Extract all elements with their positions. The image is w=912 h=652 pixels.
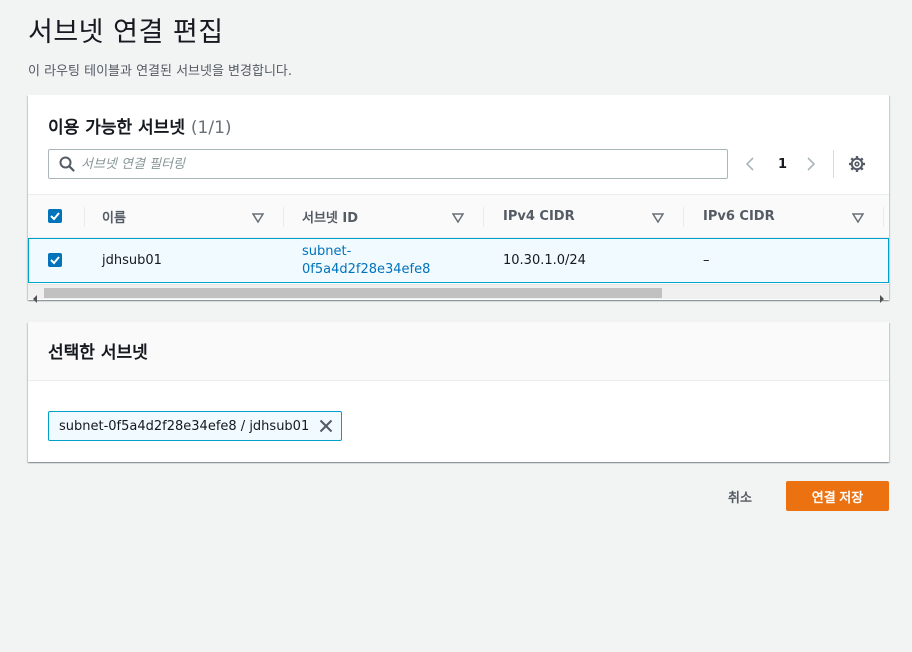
token-label: subnet-0f5a4d2f28e34efe8 / jdhsub01 [59, 418, 310, 434]
chevron-left-icon [745, 157, 754, 171]
scroll-right-arrow-icon[interactable] [879, 288, 885, 307]
subnet-filter-input[interactable] [81, 152, 721, 176]
sort-icon[interactable] [651, 209, 665, 228]
column-header-ipv6-cidr[interactable]: IPv6 CIDR [703, 195, 775, 238]
subnet-id-line1: subnet- [302, 243, 352, 259]
checkmark-icon [50, 256, 60, 265]
column-separator [883, 207, 884, 227]
column-separator [483, 207, 484, 227]
selected-subnets-panel: 선택한 서브넷 subnet-0f5a4d2f28e34efe8 / jdhsu… [28, 322, 889, 462]
column-header-name[interactable]: 이름 [102, 195, 126, 238]
column-separator [683, 207, 684, 227]
scroll-left-arrow-icon[interactable] [32, 288, 38, 307]
available-subnets-heading: 이용 가능한 서브넷 (1/1) [48, 113, 232, 138]
cell-ipv6-cidr: – [703, 253, 710, 268]
subnet-id-link[interactable]: subnet- 0f5a4d2f28e34efe8 [302, 239, 430, 282]
column-header-ipv4-cidr[interactable]: IPv4 CIDR [503, 195, 575, 238]
preferences-button[interactable] [848, 149, 866, 179]
search-icon [59, 156, 75, 176]
column-separator [84, 207, 85, 227]
row-checkbox[interactable] [48, 253, 62, 267]
pager-divider [833, 150, 834, 178]
sort-icon[interactable] [251, 209, 265, 228]
page-description: 이 라우팅 테이블과 연결된 서브넷을 변경합니다. [28, 64, 292, 79]
remove-token-button[interactable] [319, 419, 333, 433]
gear-icon [849, 156, 865, 172]
save-associations-button[interactable]: 연결 저장 [786, 481, 889, 511]
selection-count: (1/1) [190, 118, 232, 138]
current-page-number[interactable]: 1 [778, 149, 787, 179]
scrollbar-thumb[interactable] [44, 288, 662, 298]
subnet-id-line2: 0f5a4d2f28e34efe8 [302, 261, 431, 277]
table-row[interactable]: jdhsub01 subnet- 0f5a4d2f28e34efe8 10.30… [28, 238, 889, 283]
sort-icon[interactable] [451, 209, 465, 228]
selected-subnets-header: 선택한 서브넷 [28, 322, 889, 381]
page-title: 서브넷 연결 편집 [28, 17, 224, 48]
subnet-filter-search[interactable] [48, 149, 728, 179]
chevron-right-icon [807, 157, 816, 171]
selected-subnets-title: 선택한 서브넷 [48, 343, 148, 363]
sort-icon[interactable] [851, 209, 865, 228]
table-header: 이름 서브넷 ID IPv4 CIDR IPv6 CIDR [28, 194, 889, 238]
close-icon [320, 419, 333, 433]
cell-name: jdhsub01 [102, 253, 162, 268]
prev-page-button[interactable] [744, 149, 756, 179]
select-all-checkbox[interactable] [48, 209, 62, 223]
available-subnets-panel: 이용 가능한 서브넷 (1/1) 1 이름 [28, 95, 889, 303]
available-subnets-title: 이용 가능한 서브넷 [48, 118, 185, 138]
selected-subnet-token: subnet-0f5a4d2f28e34efe8 / jdhsub01 [48, 411, 343, 441]
cell-ipv4-cidr: 10.30.1.0/24 [503, 253, 586, 268]
next-page-button[interactable] [805, 149, 817, 179]
cancel-button[interactable]: 취소 [716, 481, 764, 511]
horizontal-scrollbar[interactable] [28, 284, 889, 303]
checkmark-icon [50, 212, 60, 221]
column-separator [283, 207, 284, 227]
column-header-subnet-id[interactable]: 서브넷 ID [302, 195, 358, 238]
